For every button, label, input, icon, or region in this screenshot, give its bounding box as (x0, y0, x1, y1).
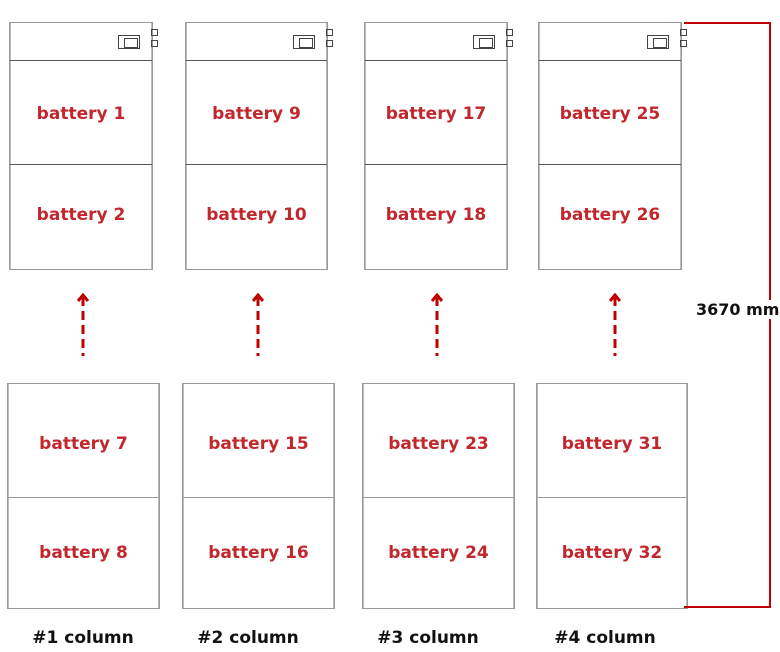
column-label: #1 column (32, 628, 134, 648)
battery-module: battery 18 (365, 164, 507, 271)
dashed-up-arrow-icon (609, 293, 621, 356)
battery-module: battery 10 (186, 164, 327, 271)
lower-stack: battery 23 battery 24 (362, 383, 515, 609)
upper-stack: battery 1 battery 2 (9, 22, 158, 271)
battery-label: battery 7 (39, 434, 128, 454)
control-box (365, 23, 513, 61)
battery-label: battery 17 (385, 104, 487, 124)
battery-label: battery 9 (212, 104, 301, 124)
port-icon (506, 29, 513, 36)
battery-module: battery 16 (183, 497, 334, 610)
lower-stack: battery 31 battery 32 (536, 383, 688, 609)
lower-stack: battery 15 battery 16 (182, 383, 335, 609)
column-label: #3 column (377, 628, 479, 648)
battery-module: battery 31 (537, 384, 687, 497)
battery-module: battery 1 (10, 60, 152, 164)
display-screen-icon (293, 35, 315, 49)
battery-label: battery 23 (388, 434, 489, 454)
upper-stack: battery 9 battery 10 (185, 22, 333, 271)
battery-label: battery 25 (559, 104, 661, 124)
upper-stack: battery 17 battery 18 (364, 22, 513, 271)
port-icon (680, 40, 687, 47)
column-label: #4 column (554, 628, 656, 648)
display-screen-icon (473, 35, 495, 49)
battery-module: battery 8 (8, 497, 159, 610)
control-box (10, 23, 158, 61)
port-icon (151, 29, 158, 36)
battery-label: battery 24 (388, 543, 489, 563)
dimension-line-bottom (684, 606, 770, 608)
battery-module: battery 24 (363, 497, 514, 610)
control-box (539, 23, 687, 61)
port-icon (506, 40, 513, 47)
dimension-label: 3670 mm (696, 300, 780, 319)
battery-module: battery 32 (537, 497, 687, 610)
port-icon (151, 40, 158, 47)
dashed-up-arrow-icon (252, 293, 264, 356)
port-icon (326, 40, 333, 47)
battery-module: battery 15 (183, 384, 334, 497)
battery-module: battery 2 (10, 164, 152, 271)
column-label: #2 column (197, 628, 299, 648)
battery-label: battery 2 (36, 205, 126, 225)
display-screen-icon (647, 35, 669, 49)
dashed-up-arrow-icon (77, 293, 89, 356)
battery-label: battery 8 (39, 543, 128, 563)
display-screen-icon (118, 35, 140, 49)
dashed-up-arrow-icon (431, 293, 443, 356)
battery-label: battery 26 (559, 205, 661, 225)
battery-module: battery 7 (8, 384, 159, 497)
battery-module: battery 25 (539, 60, 681, 164)
battery-label: battery 18 (385, 205, 487, 225)
upper-stack: battery 25 battery 26 (538, 22, 687, 271)
dimension-line-top (684, 22, 770, 24)
lower-stack: battery 7 battery 8 (7, 383, 160, 609)
battery-label: battery 10 (206, 205, 307, 225)
battery-label: battery 15 (208, 434, 309, 454)
battery-label: battery 31 (561, 434, 663, 454)
battery-module: battery 23 (363, 384, 514, 497)
control-box (186, 23, 333, 61)
battery-label: battery 32 (561, 543, 663, 563)
battery-module: battery 9 (186, 60, 327, 164)
battery-module: battery 17 (365, 60, 507, 164)
battery-label: battery 16 (208, 543, 309, 563)
battery-label: battery 1 (36, 104, 126, 124)
battery-module: battery 26 (539, 164, 681, 271)
port-icon (680, 29, 687, 36)
port-icon (326, 29, 333, 36)
